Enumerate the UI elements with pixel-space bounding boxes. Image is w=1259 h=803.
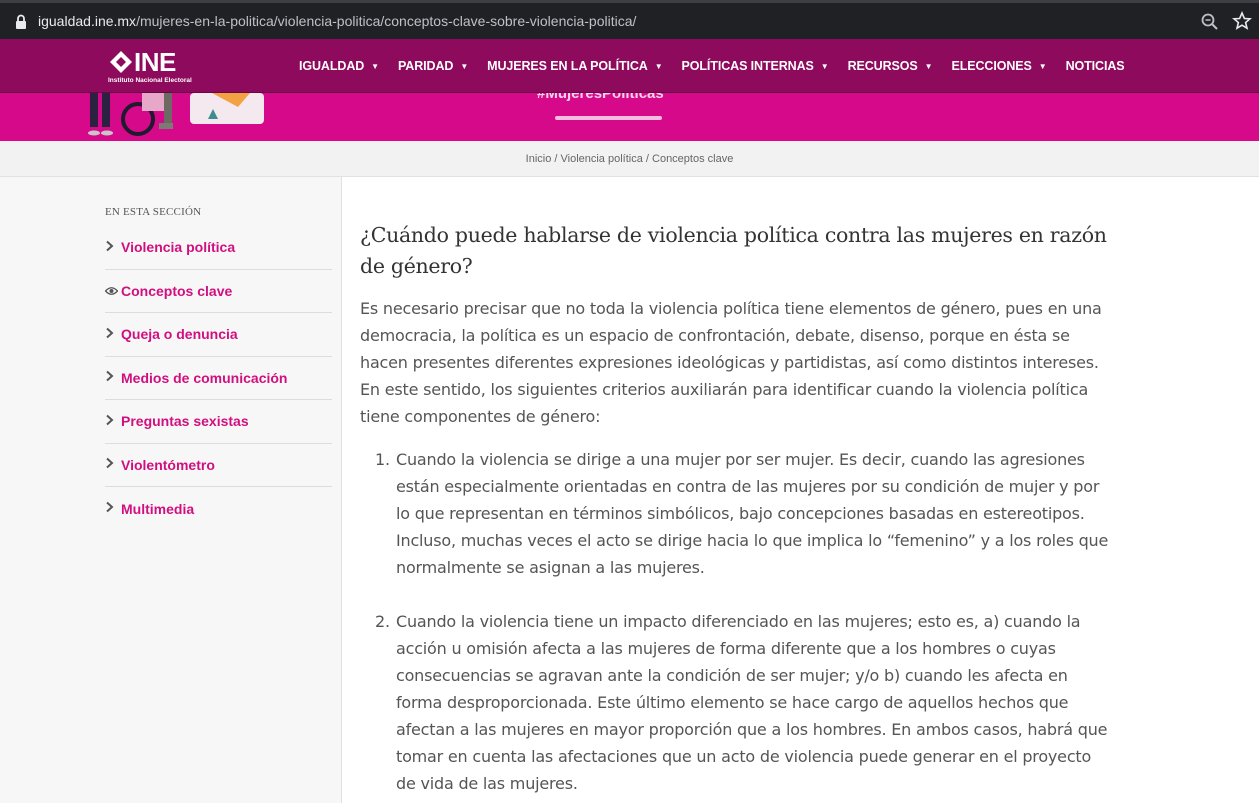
sidebar-item-label: Preguntas sexistas [121,413,249,430]
zoom-icon[interactable] [1200,12,1220,32]
chevron-right-icon [105,414,121,429]
breadcrumb-text[interactable]: Inicio / Violencia política / Conceptos … [526,153,734,165]
sidebar-item-violentometro[interactable]: Violentómetro [105,444,332,487]
sidebar-item-violencia-politica[interactable]: Violencia política [105,226,332,270]
eye-icon [104,283,121,299]
chevron-right-icon [105,457,121,472]
nav-recursos[interactable]: RECURSOS ▼ [848,59,933,73]
hero-banner: #MujeresPolíticas [0,93,1259,141]
nav-label: MUJERES EN LA POLÍTICA [487,59,648,73]
caret-down-icon: ▼ [1038,61,1047,71]
nav-noticias[interactable]: NOTICIAS [1066,59,1125,73]
sidebar-item-medios-de-comunicacion[interactable]: Medios de comunicación [105,357,332,400]
nav-elecciones[interactable]: ELECCIONES ▼ [951,59,1046,73]
url-host: igualdad.ine.mx [38,13,137,29]
chevron-right-icon [105,370,121,385]
sidebar-menu: Violencia política Conceptos clave Queja… [104,226,332,531]
nav-label: NOTICIAS [1065,59,1125,73]
sidebar-heading: EN ESTA SECCIÓN [105,206,202,218]
caret-down-icon: ▼ [820,61,829,71]
content-title: ¿Cuándo puede hablarse de violencia polí… [360,223,1107,278]
sidebar-item-label: Violencia política [121,239,236,256]
ine-logo[interactable]: INE Instituto Nacional Electoral [108,48,216,86]
intro-paragraph: Es necesario precisar que no toda la vio… [360,299,1102,426]
nav-igualdad[interactable]: IGUALDAD ▼ [299,59,379,73]
sidebar-item-preguntas-sexistas[interactable]: Preguntas sexistas [105,400,332,444]
nav-mujeres-en-la-politica[interactable]: MUJERES EN LA POLÍTICA ▼ [487,59,662,73]
sidebar-item-multimedia[interactable]: Multimedia [105,487,332,531]
sidebar-item-queja-o-denuncia[interactable]: Queja o denuncia [105,313,332,357]
sidebar-item-label: Conceptos clave [121,282,233,299]
lock-icon [16,14,26,29]
criteria-item: 2. Cuando la violencia tiene un impacto … [360,608,1115,797]
hero-illustration [88,93,264,136]
logo-text: INE [134,47,176,77]
chevron-right-icon [105,240,121,255]
criteria-number: 1. [375,450,390,469]
nav-label: RECURSOS [847,59,918,73]
ine-logo-mark [110,51,132,73]
url-path: /mujeres-en-la-politica/violencia-politi… [136,13,637,29]
sidebar-item-label: Multimedia [121,500,195,517]
site-navbar: INE Instituto Nacional Electoral IGUALDA… [0,39,1259,93]
main-content: ¿Cuándo puede hablarse de violencia polí… [360,220,1120,803]
sidebar-item-label: Medios de comunicación [121,369,288,386]
nav-politicas-internas[interactable]: POLÍTICAS INTERNAS ▼ [682,59,829,73]
caret-down-icon: ▼ [460,61,469,71]
caret-down-icon: ▼ [924,61,933,71]
hero-title: #MujeresPolíticas [537,93,664,102]
criteria-text: Cuando la violencia tiene un impacto dif… [396,612,1108,793]
criteria-number: 2. [375,612,390,631]
chevron-right-icon [105,327,121,342]
url-text[interactable]: igualdad.ine.mx/mujeres-en-la-politica/v… [38,13,636,29]
chevron-right-icon [105,501,121,516]
caret-down-icon: ▼ [654,61,663,71]
sidebar-item-label: Queja o denuncia [121,326,238,343]
sidebar-item-conceptos-clave[interactable]: Conceptos clave [104,270,332,313]
caret-down-icon: ▼ [371,61,379,71]
nav-label: ELECCIONES [951,59,1032,73]
nav-label: IGUALDAD [299,59,365,73]
main-menu: IGUALDAD ▼ PARIDAD ▼ MUJERES EN LA POLÍTIC… [299,39,1144,93]
hero-underline [555,116,662,120]
nav-label: PARIDAD [398,59,454,73]
criteria-text: Cuando la violencia se dirige a una muje… [396,450,1109,577]
sidebar-item-label: Violentómetro [121,456,215,473]
criteria-list: 1. Cuando la violencia se dirige a una m… [360,446,1120,797]
logo-subtitle: Instituto Nacional Electoral [108,77,192,84]
star-icon[interactable] [1232,11,1252,31]
criteria-item: 1. Cuando la violencia se dirige a una m… [360,446,1115,581]
browser-address-bar[interactable]: igualdad.ine.mx/mujeres-en-la-politica/v… [0,0,1259,39]
nav-label: POLÍTICAS INTERNAS [681,59,814,73]
nav-paridad[interactable]: PARIDAD ▼ [398,59,468,73]
breadcrumb[interactable]: Inicio / Violencia política / Conceptos … [0,141,1259,177]
